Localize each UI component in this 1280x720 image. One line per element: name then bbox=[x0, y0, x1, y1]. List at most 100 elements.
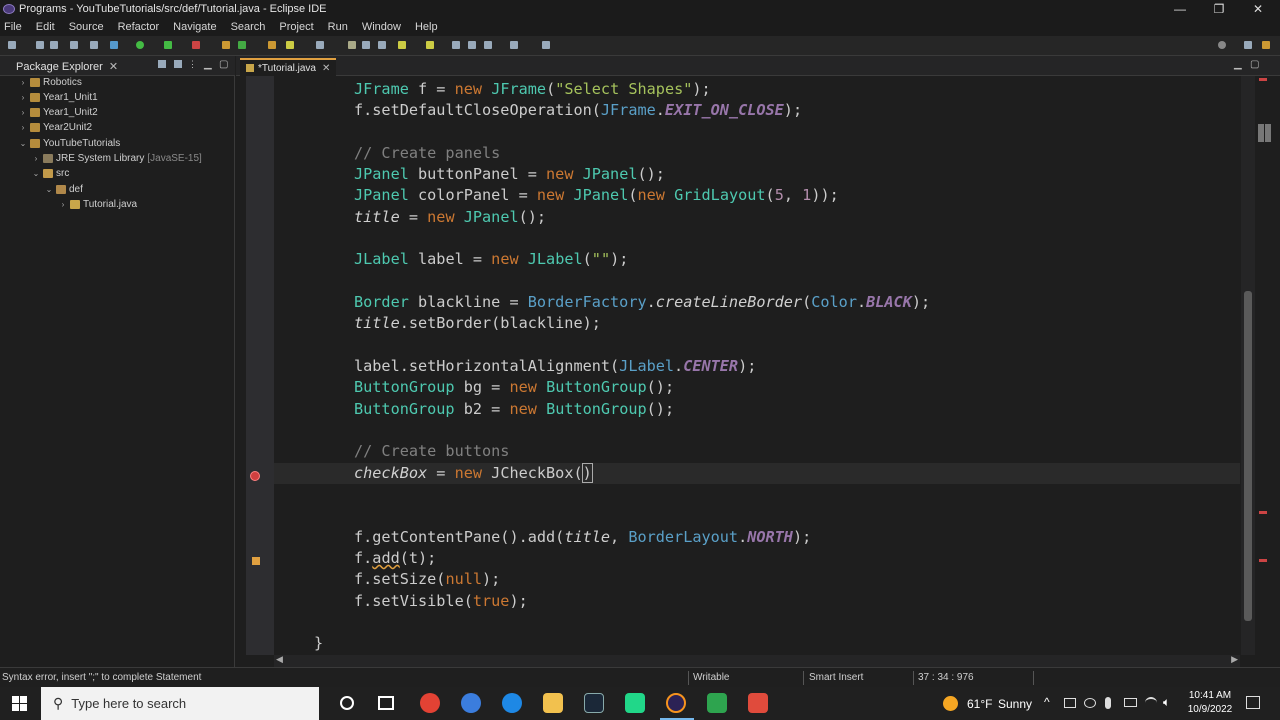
forward-nav-icon[interactable] bbox=[510, 41, 518, 49]
maximize-editor-icon[interactable]: ▢ bbox=[1250, 59, 1259, 70]
notifications-icon[interactable] bbox=[1246, 696, 1260, 709]
chrome-profile-icon[interactable] bbox=[461, 693, 481, 713]
tree-item-year2unit2[interactable]: › Year2Unit2 bbox=[18, 120, 92, 135]
green-app-icon[interactable] bbox=[707, 693, 727, 713]
link-editor-icon[interactable] bbox=[174, 60, 182, 68]
forward-edit-icon[interactable] bbox=[468, 41, 476, 49]
dropbox-icon[interactable] bbox=[1084, 698, 1096, 708]
open-perspective-icon[interactable] bbox=[1244, 41, 1252, 49]
java-perspective-icon[interactable] bbox=[1262, 41, 1270, 49]
chevron-right-icon[interactable]: › bbox=[18, 123, 28, 132]
menu-project[interactable]: Project bbox=[279, 21, 313, 33]
close-button[interactable]: ✕ bbox=[1238, 0, 1278, 18]
run-icon[interactable] bbox=[136, 41, 144, 49]
file-explorer-icon[interactable] bbox=[543, 693, 563, 713]
back-icon[interactable] bbox=[452, 41, 460, 49]
taskbar-clock[interactable]: 10:41 AM 10/9/2022 bbox=[1182, 689, 1238, 717]
open-type-icon[interactable] bbox=[268, 41, 276, 49]
edge-icon[interactable] bbox=[502, 693, 522, 713]
eclipse-icon[interactable] bbox=[666, 693, 686, 713]
menu-window[interactable]: Window bbox=[362, 21, 401, 33]
menu-edit[interactable]: Edit bbox=[36, 21, 55, 33]
steam-icon[interactable] bbox=[584, 693, 604, 713]
new-package-icon[interactable] bbox=[238, 41, 246, 49]
error-icon[interactable] bbox=[250, 471, 260, 481]
external-tools-icon[interactable] bbox=[192, 41, 200, 49]
collapse-all-icon[interactable] bbox=[158, 60, 166, 68]
tree-item-tutorial-java[interactable]: › Tutorial.java bbox=[58, 197, 137, 212]
minimize-button[interactable]: — bbox=[1160, 0, 1200, 18]
menu-file[interactable]: File bbox=[4, 21, 22, 33]
menu-search[interactable]: Search bbox=[231, 21, 266, 33]
scroll-left-icon[interactable]: ◀ bbox=[276, 654, 283, 665]
scroll-right-icon[interactable]: ▶ bbox=[1231, 654, 1238, 665]
tree-item-robotics[interactable]: › Robotics bbox=[18, 75, 82, 90]
chevron-down-icon[interactable]: ⌄ bbox=[44, 185, 54, 194]
chevron-right-icon[interactable]: › bbox=[58, 200, 68, 209]
task-view-icon[interactable] bbox=[378, 696, 394, 710]
word-wrap-icon[interactable] bbox=[362, 41, 370, 49]
pin-editor-icon[interactable] bbox=[542, 41, 550, 49]
tab-package-explorer[interactable]: Package Explorer ✕ bbox=[16, 58, 118, 75]
new-java-project-icon[interactable] bbox=[222, 41, 230, 49]
toggle-mark-icon[interactable] bbox=[316, 41, 324, 49]
tab-tutorial-java[interactable]: *Tutorial.java ✕ bbox=[240, 58, 337, 76]
chevron-right-icon[interactable]: › bbox=[18, 93, 28, 102]
scroll-thumb[interactable] bbox=[1244, 291, 1252, 621]
coverage-icon[interactable] bbox=[164, 41, 172, 49]
warning-icon[interactable] bbox=[252, 557, 260, 565]
close-icon[interactable]: ✕ bbox=[109, 60, 118, 73]
pycharm-icon[interactable] bbox=[625, 693, 645, 713]
prev-annotation-icon[interactable] bbox=[426, 41, 434, 49]
windows-start-icon[interactable] bbox=[12, 696, 27, 711]
save-icon[interactable] bbox=[36, 41, 44, 49]
terminal-icon[interactable] bbox=[90, 41, 98, 49]
chevron-right-icon[interactable]: › bbox=[18, 108, 28, 117]
minimize-editor-icon[interactable]: ▁ bbox=[1234, 59, 1242, 70]
menu-help[interactable]: Help bbox=[415, 21, 438, 33]
annotation-icon[interactable] bbox=[348, 41, 356, 49]
vertical-scrollbar[interactable] bbox=[1241, 76, 1255, 655]
chevron-up-icon[interactable]: ^ bbox=[1044, 695, 1050, 709]
save-all-icon[interactable] bbox=[50, 41, 58, 49]
weather-temp[interactable]: 61°F bbox=[967, 697, 992, 711]
search-icon[interactable] bbox=[1218, 41, 1226, 49]
maximize-view-icon[interactable]: ▢ bbox=[219, 59, 228, 70]
tree-item-year1-unit2[interactable]: › Year1_Unit2 bbox=[18, 105, 98, 120]
battery-icon[interactable] bbox=[1124, 698, 1137, 707]
tree-item-youtubetutorials[interactable]: ⌄ YouTubeTutorials bbox=[18, 136, 121, 151]
clion-icon[interactable] bbox=[748, 693, 768, 713]
volume-icon[interactable]: 🔈︎ bbox=[1163, 695, 1170, 710]
debug-icon[interactable] bbox=[110, 41, 118, 49]
maximize-button[interactable]: ❐ bbox=[1199, 0, 1239, 18]
back-nav-icon[interactable] bbox=[484, 41, 492, 49]
new-icon[interactable] bbox=[8, 41, 16, 49]
tree-item-src[interactable]: ⌄ src bbox=[31, 166, 70, 181]
chevron-down-icon[interactable]: ⌄ bbox=[18, 139, 28, 148]
error-marker[interactable] bbox=[1259, 511, 1267, 514]
next-annotation-icon[interactable] bbox=[398, 41, 406, 49]
cortana-icon[interactable] bbox=[340, 696, 354, 710]
menu-source[interactable]: Source bbox=[69, 21, 104, 33]
tree-item-jre-library[interactable]: › JRE System Library [JavaSE-15] bbox=[31, 151, 202, 166]
error-marker[interactable] bbox=[1259, 78, 1267, 81]
sun-icon[interactable] bbox=[943, 696, 958, 711]
menu-run[interactable]: Run bbox=[328, 21, 348, 33]
taskbar-search-box[interactable]: ⚲ Type here to search bbox=[41, 687, 319, 720]
tree-item-def[interactable]: ⌄ def bbox=[44, 182, 83, 197]
meet-now-icon[interactable] bbox=[1064, 698, 1076, 708]
menu-refactor[interactable]: Refactor bbox=[118, 21, 160, 33]
chevron-down-icon[interactable]: ⌄ bbox=[31, 169, 41, 178]
tree-item-year1-unit1[interactable]: › Year1_Unit1 bbox=[18, 90, 98, 105]
wifi-icon[interactable] bbox=[1145, 697, 1157, 709]
close-icon[interactable]: ✕ bbox=[322, 63, 330, 74]
chevron-right-icon[interactable]: › bbox=[18, 78, 28, 87]
chrome-icon[interactable] bbox=[420, 693, 440, 713]
weather-desc[interactable]: Sunny bbox=[998, 697, 1032, 711]
horizontal-scrollbar[interactable]: ◀ ▶ bbox=[274, 654, 1240, 667]
minimize-view-icon[interactable]: ▁ bbox=[204, 59, 212, 70]
print-icon[interactable] bbox=[70, 41, 78, 49]
search-tool-icon[interactable] bbox=[286, 41, 294, 49]
error-marker[interactable] bbox=[1259, 559, 1267, 562]
code-area[interactable]: 19JFrame f = new JFrame("Select Shapes")… bbox=[274, 76, 1240, 655]
